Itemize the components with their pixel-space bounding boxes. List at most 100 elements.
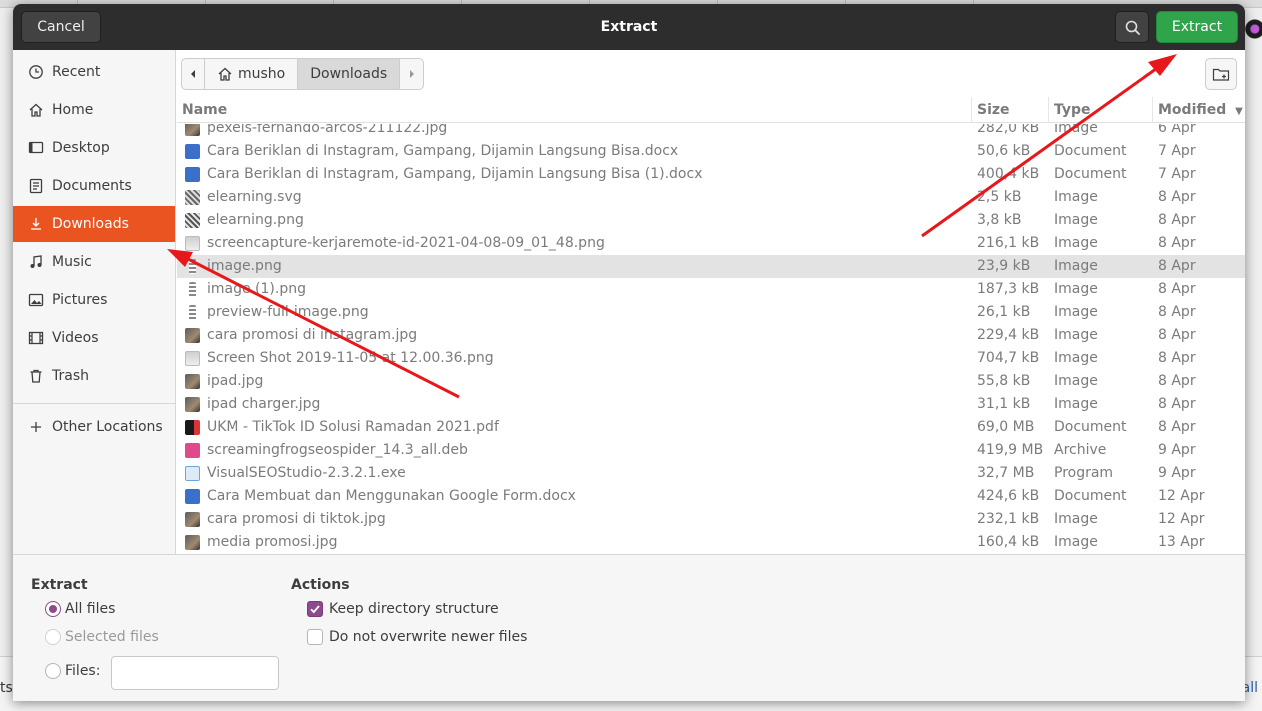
do-not-overwrite-checkbox[interactable]: Do not overwrite newer files (307, 629, 527, 645)
file-row[interactable]: Cara Beriklan di Instagram, Gampang, Dij… (177, 140, 1245, 163)
clock-icon (27, 63, 45, 81)
file-row[interactable]: ipad.jpg 55,8 kB Image 8 Apr (177, 370, 1245, 393)
column-header-modified-label: Modified (1158, 102, 1227, 118)
docx-icon (185, 489, 200, 504)
all-files-radio[interactable]: All files (45, 601, 115, 617)
file-modified-cell: 13 Apr (1158, 534, 1205, 550)
file-row[interactable]: Cara Membuat dan Menggunakan Google Form… (177, 485, 1245, 508)
file-name-cell: Screen Shot 2019-11-05 at 12.00.36.png (207, 350, 494, 366)
files-pattern-radio[interactable]: Files: (45, 663, 100, 679)
files-pattern-input[interactable] (111, 656, 279, 690)
file-modified-cell: 8 Apr (1158, 373, 1196, 389)
path-current-button[interactable]: Downloads (298, 58, 401, 90)
file-name-cell: elearning.svg (207, 189, 302, 205)
file-size-cell: 50,6 kB (977, 143, 1031, 159)
file-size-cell: 3,8 kB (977, 212, 1022, 228)
photo-thumb-icon (185, 512, 200, 527)
sidebar-item-documents[interactable]: Documents (13, 168, 175, 204)
file-size-cell: 160,4 kB (977, 534, 1040, 550)
file-row[interactable]: VisualSEOStudio-2.3.2.1.exe 32,7 MB Progra… (177, 462, 1245, 485)
do-not-overwrite-label: Do not overwrite newer files (329, 629, 528, 645)
file-name-cell: cara promosi di tiktok.jpg (207, 511, 386, 527)
file-row[interactable]: Cara Beriklan di Instagram, Gampang, Dij… (177, 163, 1245, 186)
path-forward-button[interactable] (400, 58, 425, 90)
all-files-label: All files (65, 601, 116, 617)
column-header-size[interactable]: Size (972, 97, 1049, 123)
file-name-cell: preview-full-image.png (207, 304, 369, 320)
extract-section-title: Extract (31, 577, 88, 593)
sidebar-item-pictures[interactable]: Pictures (13, 282, 175, 318)
sidebar-divider (13, 403, 175, 404)
selected-files-label: Selected files (65, 629, 159, 645)
file-row[interactable]: screencapture-kerjaremote-id-2021-04-08-… (177, 232, 1245, 255)
file-type-cell: Document (1054, 419, 1127, 435)
file-type-cell: Image (1054, 124, 1098, 136)
path-back-button[interactable] (181, 58, 205, 90)
screenshot-thumb-icon (185, 236, 200, 251)
search-button[interactable] (1115, 11, 1149, 43)
file-row[interactable]: media promosi.jpg 160,4 kB Image 13 Apr (177, 531, 1245, 554)
file-name-cell: UKM - TikTok ID Solusi Ramadan 2021.pdf (207, 419, 499, 435)
file-row[interactable]: image (1).png 187,3 kB Image 8 Apr (177, 278, 1245, 301)
file-type-cell: Image (1054, 189, 1098, 205)
file-row[interactable]: UKM - TikTok ID Solusi Ramadan 2021.pdf 6… (177, 416, 1245, 439)
column-header-name[interactable]: Name (177, 97, 972, 123)
sidebar-item-label: Desktop (52, 140, 110, 156)
radio-selected-icon (45, 601, 61, 617)
file-modified-cell: 8 Apr (1158, 304, 1196, 320)
new-folder-button[interactable] (1205, 58, 1237, 90)
file-row[interactable]: elearning.png 3,8 kB Image 8 Apr (177, 209, 1245, 232)
photo-thumb-icon (185, 397, 200, 412)
file-size-cell: 282,0 kB (977, 124, 1040, 136)
svg-thumb-icon (185, 190, 200, 205)
file-size-cell: 229,4 kB (977, 327, 1040, 343)
photo-thumb-icon (185, 328, 200, 343)
file-row[interactable]: screamingfrogseospider_14.3_all.deb 419,9… (177, 439, 1245, 462)
png-thumb-icon (185, 213, 200, 228)
file-row[interactable]: cara promosi di instagram.jpg 229,4 kB Ima… (177, 324, 1245, 347)
plus-icon (27, 418, 45, 436)
file-size-cell: 31,1 kB (977, 396, 1031, 412)
file-row[interactable]: pexels-fernando-arcos-211122.jpg 282,0 kB… (177, 124, 1245, 140)
file-modified-cell: 8 Apr (1158, 281, 1196, 297)
extract-button[interactable]: Extract (1156, 11, 1238, 43)
file-row[interactable]: cara promosi di tiktok.jpg 232,1 kB Image 1… (177, 508, 1245, 531)
sidebar-item-label: Documents (52, 178, 132, 194)
photo-thumb-icon (185, 124, 200, 136)
column-header-modified[interactable]: Modified ▼ (1153, 97, 1245, 123)
path-current-label: Downloads (310, 66, 388, 82)
file-modified-cell: 8 Apr (1158, 327, 1196, 343)
file-type-cell: Image (1054, 511, 1098, 527)
path-home-button[interactable]: musho (205, 58, 299, 90)
cancel-button[interactable]: Cancel (21, 11, 101, 43)
file-name-cell: pexels-fernando-arcos-211122.jpg (207, 124, 448, 136)
sidebar-item-label: Videos (52, 330, 99, 346)
sidebar-item-desktop[interactable]: Desktop (13, 130, 175, 166)
home-icon (27, 101, 45, 119)
file-row[interactable]: image.png 23,9 kB Image 8 Apr (177, 255, 1245, 278)
file-size-cell: 2,5 kB (977, 189, 1022, 205)
file-size-cell: 26,1 kB (977, 304, 1031, 320)
sidebar-item-videos[interactable]: Videos (13, 320, 175, 356)
keep-directory-structure-label: Keep directory structure (329, 601, 499, 617)
file-size-cell: 424,6 kB (977, 488, 1040, 504)
sidebar-item-trash[interactable]: Trash (13, 358, 175, 394)
file-row[interactable]: Screen Shot 2019-11-05 at 12.00.36.png 70… (177, 347, 1245, 370)
file-size-cell: 55,8 kB (977, 373, 1031, 389)
file-modified-cell: 12 Apr (1158, 511, 1205, 527)
selected-files-radio[interactable]: Selected files (45, 629, 159, 645)
keep-directory-structure-checkbox[interactable]: Keep directory structure (307, 601, 499, 617)
download-icon (27, 215, 45, 233)
file-list-header: Name Size Type Modified ▼ (177, 97, 1245, 123)
sidebar-item-music[interactable]: Music (13, 244, 175, 280)
file-row[interactable]: elearning.svg 2,5 kB Image 8 Apr (177, 186, 1245, 209)
sidebar-item-home[interactable]: Home (13, 92, 175, 128)
column-header-type[interactable]: Type (1049, 97, 1153, 123)
sidebar-item-downloads[interactable]: Downloads (13, 206, 175, 242)
sidebar-item-other-locations[interactable]: Other Locations (13, 409, 175, 445)
sidebar-item-recent[interactable]: Recent (13, 54, 175, 90)
file-name-cell: Cara Beriklan di Instagram, Gampang, Dij… (207, 143, 679, 159)
file-row[interactable]: ipad charger.jpg 31,1 kB Image 8 Apr (177, 393, 1245, 416)
chevron-right-icon (409, 70, 414, 78)
file-row[interactable]: preview-full-image.png 26,1 kB Image 8 Apr (177, 301, 1245, 324)
